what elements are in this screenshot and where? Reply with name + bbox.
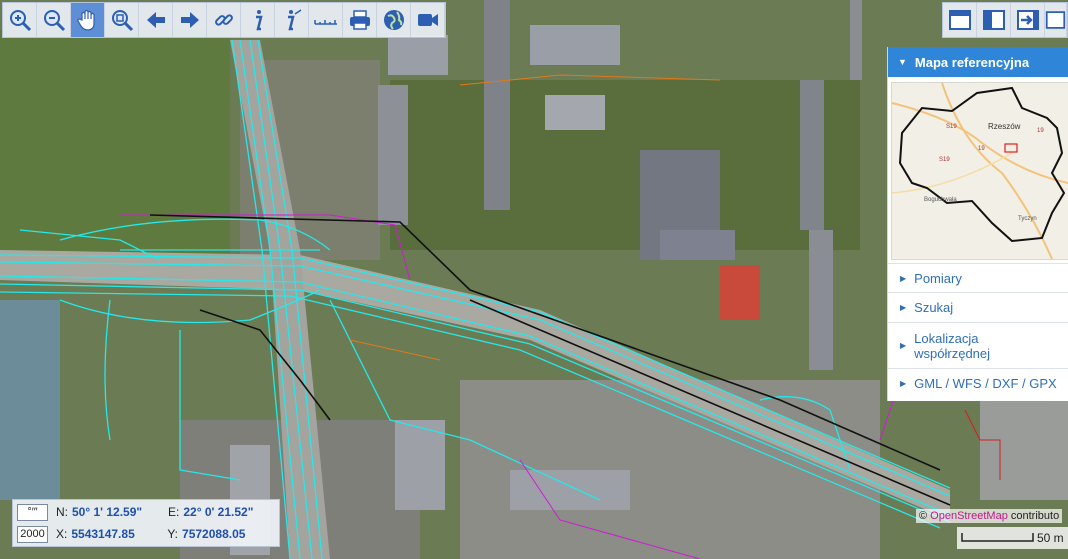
- print-icon[interactable]: [343, 3, 377, 37]
- panel-item-coordinate-location[interactable]: ▶ Lokalizacja współrzędnej: [888, 322, 1068, 368]
- longitude-label: E:: [168, 505, 180, 519]
- refmap-road-label: 19: [978, 146, 985, 152]
- layout-split-icon[interactable]: [977, 3, 1011, 37]
- y-value: 7572088.05: [182, 527, 246, 541]
- expand-arrow-icon: ▶: [900, 303, 907, 312]
- back-arrow-icon[interactable]: [139, 3, 173, 37]
- expand-arrow-icon: ▶: [900, 341, 907, 350]
- coords-format-toggle[interactable]: °′″: [17, 503, 48, 521]
- info-edit-icon[interactable]: [275, 3, 309, 37]
- coordinates-readout: °′″ N: 50° 1' 12.59" E: 22° 0' 21.52" 20…: [12, 499, 280, 547]
- panel-item-measurements[interactable]: ▶ Pomiary: [888, 263, 1068, 292]
- panel-header-reference-map[interactable]: ▼ Mapa referencyjna: [888, 47, 1068, 77]
- x-value: 5543147.85: [71, 527, 135, 541]
- forward-arrow-icon[interactable]: [173, 3, 207, 37]
- ruler-icon[interactable]: [309, 3, 343, 37]
- pan-hand-icon[interactable]: [71, 3, 105, 37]
- longitude-value: 22° 0' 21.52": [183, 505, 254, 519]
- osm-link[interactable]: OpenStreetMap: [930, 510, 1008, 522]
- reference-map[interactable]: Rzeszów Boguchwała Tyczyn S19 19 S19 19: [891, 82, 1068, 260]
- refmap-city-label: Rzeszów: [988, 122, 1021, 131]
- latitude-value: 50° 1' 12.59": [72, 505, 143, 519]
- coords-system-toggle[interactable]: 2000: [17, 525, 48, 543]
- refmap-road-label: 19: [1037, 128, 1044, 134]
- link-icon[interactable]: [207, 3, 241, 37]
- collapse-triangle-icon: ▼: [898, 57, 907, 67]
- scale-label: 50 m: [1037, 531, 1064, 545]
- refmap-town-label-se: Tyczyn: [1018, 216, 1037, 222]
- y-label: Y:: [167, 527, 179, 541]
- panel-item-search[interactable]: ▶ Szukaj: [888, 292, 1068, 322]
- panel-item-label: Szukaj: [914, 300, 954, 315]
- panel-item-gml-wfs-dxf-gpx[interactable]: ▶ GML / WFS / DXF / GPX: [888, 368, 1068, 397]
- side-panel: ▼ Mapa referencyjna Rzeszów Boguchwała T…: [887, 47, 1068, 401]
- zoom-in-icon[interactable]: [3, 3, 37, 37]
- panel-item-label: Pomiary: [914, 270, 962, 286]
- info-icon[interactable]: [241, 3, 275, 37]
- latitude-label: N:: [56, 505, 68, 519]
- x-label: X:: [56, 527, 68, 541]
- zoom-window-icon[interactable]: [105, 3, 139, 37]
- map-attribution: © OpenStreetMap contributo: [916, 509, 1063, 523]
- scale-bar: 50 m: [957, 527, 1068, 549]
- attribution-suffix: contributo: [1007, 510, 1060, 522]
- expand-arrow-icon: ▶: [900, 273, 907, 283]
- layout-top-icon[interactable]: [943, 3, 977, 37]
- refmap-road-label: S19: [939, 157, 950, 163]
- export-arrow-icon[interactable]: [1011, 3, 1045, 37]
- panel-item-label: GML / WFS / DXF / GPX: [914, 375, 1057, 391]
- expand-arrow-icon: ▶: [900, 378, 907, 388]
- layout-panel-icon[interactable]: [1045, 3, 1067, 37]
- map-toolbar: [2, 2, 446, 38]
- panel-header-label: Mapa referencyjna: [914, 54, 1030, 70]
- zoom-out-icon[interactable]: [37, 3, 71, 37]
- globe-icon[interactable]: [377, 3, 411, 37]
- refmap-road-label: S19: [946, 124, 957, 130]
- refmap-town-label-sw: Boguchwała: [924, 197, 957, 203]
- layout-toolbar: [942, 2, 1068, 38]
- copyright-symbol: ©: [919, 510, 928, 522]
- video-icon[interactable]: [411, 3, 445, 37]
- panel-item-label: Lokalizacja współrzędnej: [914, 330, 991, 361]
